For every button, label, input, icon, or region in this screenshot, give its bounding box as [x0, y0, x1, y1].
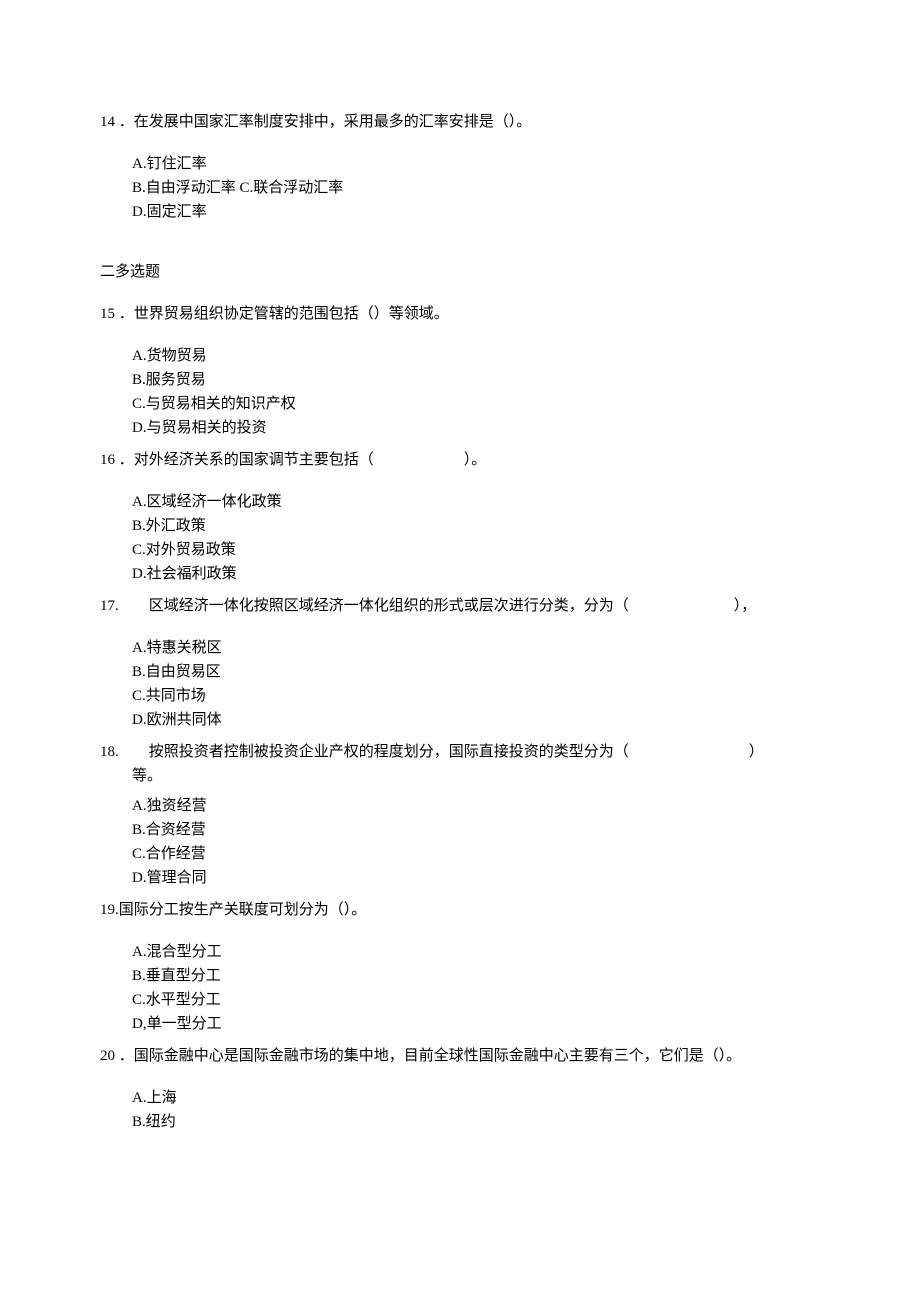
question-17-options: A.特惠关税区 B.自由贸易区 C.共同市场 D.欧洲共同体: [100, 636, 820, 732]
question-14-option-d: D.固定汇率: [132, 200, 820, 224]
question-18-option-d: D.管理合同: [132, 866, 820, 890]
question-16-options: A.区域经济一体化政策 B.外汇政策 C.对外贸易政策 D.社会福利政策: [100, 490, 820, 586]
question-16-text: 16 ．对外经济关系的国家调节主要包括（ ）。: [100, 448, 820, 472]
question-17-option-b: B.自由贸易区: [132, 660, 820, 684]
question-15-text: 15 ．世界贸易组织协定管辖的范围包括（）等领域。: [100, 302, 820, 326]
question-17-text: 17. 区域经济一体化按照区域经济一体化组织的形式或层次进行分类，分为（ ），: [100, 594, 820, 618]
question-16: 16 ．对外经济关系的国家调节主要包括（ ）。 A.区域经济一体化政策 B.外汇…: [100, 448, 820, 586]
question-14-options: A.钉住汇率 B.自由浮动汇率 C.联合浮动汇率 D.固定汇率: [100, 152, 820, 224]
question-15-options: A.货物贸易 B.服务贸易 C.与贸易相关的知识产权 D.与贸易相关的投资: [100, 344, 820, 440]
question-20-body: 国际金融中心是国际金融市场的集中地，目前全球性国际金融中心主要有三个，它们是（）…: [134, 1048, 742, 1064]
question-18: 18. 按照投资者控制被投资企业产权的程度划分，国际直接投资的类型分为（ ） 等…: [100, 740, 820, 890]
question-19-option-a: A.混合型分工: [132, 940, 820, 964]
question-16-option-a: A.区域经济一体化政策: [132, 490, 820, 514]
question-14-num: 14: [100, 114, 115, 130]
question-17-option-c: C.共同市场: [132, 684, 820, 708]
question-20-option-b: B.纽约: [132, 1110, 820, 1134]
question-17-num: 17.: [100, 598, 119, 614]
question-20-num: 20: [100, 1048, 115, 1064]
question-17: 17. 区域经济一体化按照区域经济一体化组织的形式或层次进行分类，分为（ ）， …: [100, 594, 820, 732]
section-heading-multichoice: 二多选题: [100, 260, 820, 284]
question-19-num: 19.: [100, 902, 119, 918]
question-19-option-c: C.水平型分工: [132, 988, 820, 1012]
question-17-option-d: D.欧洲共同体: [132, 708, 820, 732]
question-19: 19.国际分工按生产关联度可划分为（）。 A.混合型分工 B.垂直型分工 C.水…: [100, 898, 820, 1036]
question-18-options: A.独资经营 B.合资经营 C.合作经营 D.管理合同: [100, 794, 820, 890]
question-14-option-a: A.钉住汇率: [132, 152, 820, 176]
question-20-options: A.上海 B.纽约: [100, 1086, 820, 1134]
question-18-sep: [119, 744, 149, 760]
question-19-option-d: D,单一型分工: [132, 1012, 820, 1036]
question-19-option-b: B.垂直型分工: [132, 964, 820, 988]
question-14-text: 14 ．在发展中国家汇率制度安排中，采用最多的汇率安排是（）。: [100, 110, 820, 134]
question-15-option-d: D.与贸易相关的投资: [132, 416, 820, 440]
question-14: 14 ．在发展中国家汇率制度安排中，采用最多的汇率安排是（）。 A.钉住汇率 B…: [100, 110, 820, 224]
question-18-body: 按照投资者控制被投资企业产权的程度划分，国际直接投资的类型分为（ ）: [149, 744, 764, 760]
question-17-body: 区域经济一体化按照区域经济一体化组织的形式或层次进行分类，分为（ ），: [149, 598, 757, 614]
question-19-options: A.混合型分工 B.垂直型分工 C.水平型分工 D,单一型分工: [100, 940, 820, 1036]
question-16-option-d: D.社会福利政策: [132, 562, 820, 586]
question-19-text: 19.国际分工按生产关联度可划分为（）。: [100, 898, 820, 922]
question-15-sep: ．: [115, 306, 134, 322]
question-17-option-a: A.特惠关税区: [132, 636, 820, 660]
question-18-num: 18.: [100, 744, 119, 760]
question-14-sep: ．: [115, 114, 134, 130]
question-16-num: 16: [100, 452, 115, 468]
question-18-text2: 等。: [132, 764, 820, 788]
question-16-body: 对外经济关系的国家调节主要包括（ ）。: [134, 452, 487, 468]
question-15-option-a: A.货物贸易: [132, 344, 820, 368]
question-16-option-b: B.外汇政策: [132, 514, 820, 538]
question-18-text: 18. 按照投资者控制被投资企业产权的程度划分，国际直接投资的类型分为（ ）: [100, 740, 820, 764]
question-18-option-a: A.独资经营: [132, 794, 820, 818]
question-17-sep: [119, 598, 149, 614]
question-16-option-c: C.对外贸易政策: [132, 538, 820, 562]
question-18-text2-wrap: 等。: [100, 764, 820, 788]
question-15-option-b: B.服务贸易: [132, 368, 820, 392]
question-15-num: 15: [100, 306, 115, 322]
question-14-option-bc: B.自由浮动汇率 C.联合浮动汇率: [132, 176, 820, 200]
question-20-sep: ．: [115, 1048, 134, 1064]
question-18-option-c: C.合作经营: [132, 842, 820, 866]
question-16-sep: ．: [115, 452, 134, 468]
question-20-option-a: A.上海: [132, 1086, 820, 1110]
question-20-text: 20 ．国际金融中心是国际金融市场的集中地，目前全球性国际金融中心主要有三个，它…: [100, 1044, 820, 1068]
question-19-body: 国际分工按生产关联度可划分为（）。: [119, 902, 367, 918]
question-20: 20 ．国际金融中心是国际金融市场的集中地，目前全球性国际金融中心主要有三个，它…: [100, 1044, 820, 1134]
question-15-body: 世界贸易组织协定管辖的范围包括（）等领域。: [134, 306, 449, 322]
question-14-body: 在发展中国家汇率制度安排中，采用最多的汇率安排是（）。: [134, 114, 532, 130]
question-18-option-b: B.合资经营: [132, 818, 820, 842]
question-15-option-c: C.与贸易相关的知识产权: [132, 392, 820, 416]
question-15: 15 ．世界贸易组织协定管辖的范围包括（）等领域。 A.货物贸易 B.服务贸易 …: [100, 302, 820, 440]
